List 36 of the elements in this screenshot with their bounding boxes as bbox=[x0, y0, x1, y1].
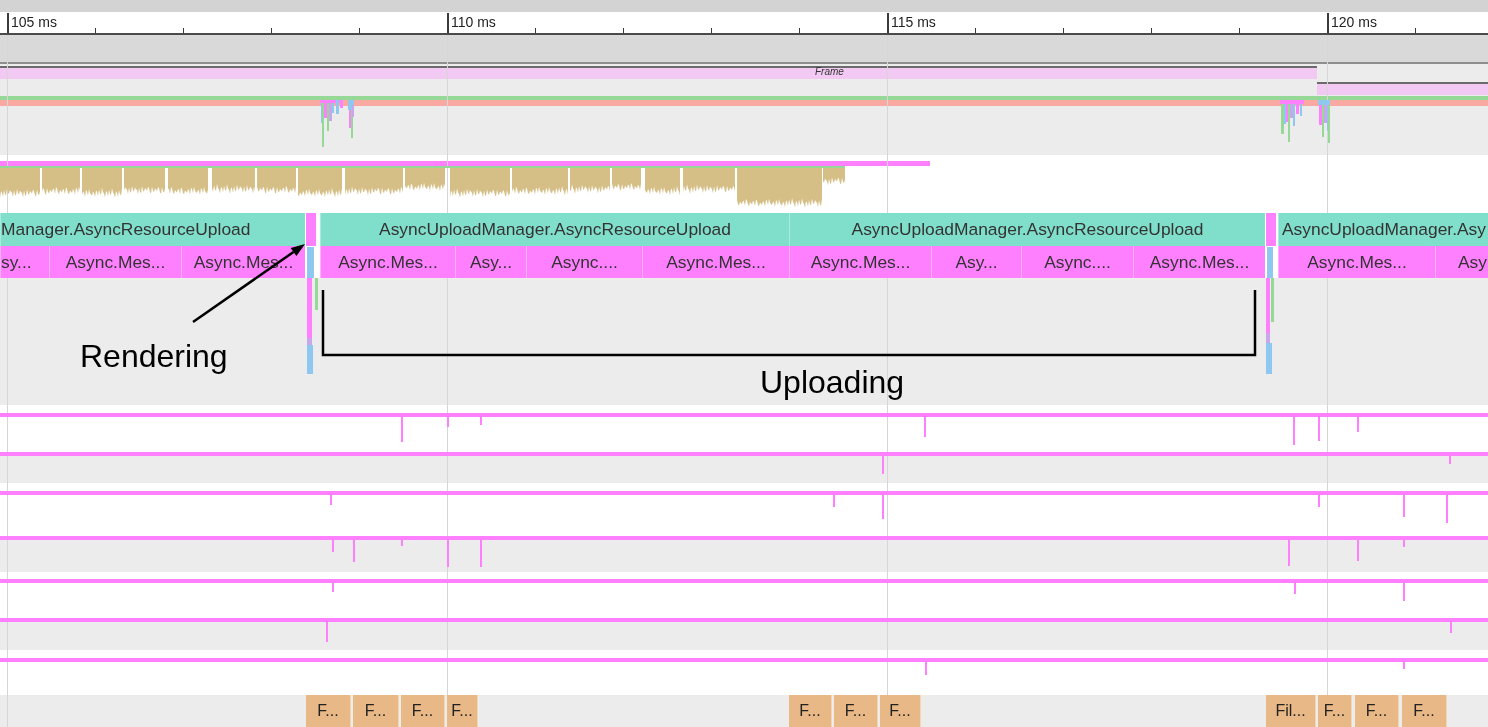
event-slice[interactable]: F... bbox=[1355, 695, 1399, 727]
message-slice[interactable]: Async.Mes... bbox=[789, 246, 931, 278]
upload-slice[interactable]: Manager.AsyncResourceUpload bbox=[0, 213, 305, 246]
message-slice[interactable]: Async.Mes... bbox=[642, 246, 789, 278]
upload-slice[interactable]: AsyncUploadManager.AsyncResourceUpload bbox=[320, 213, 789, 246]
message-slice[interactable]: Async.Mes... bbox=[1278, 246, 1435, 278]
message-slice[interactable]: Async.Mes... bbox=[49, 246, 181, 278]
message-slice[interactable]: Async.Mes... bbox=[1133, 246, 1265, 278]
event-slice[interactable]: F... bbox=[880, 695, 921, 727]
time-label: 115 ms bbox=[891, 15, 936, 29]
event-slice[interactable]: F... bbox=[401, 695, 445, 727]
message-slice[interactable]: Async.... bbox=[526, 246, 642, 278]
message-slice[interactable]: Asy... bbox=[455, 246, 526, 278]
event-slice[interactable]: F... bbox=[306, 695, 351, 727]
event-slice[interactable]: F... bbox=[834, 695, 878, 727]
upload-slice[interactable]: AsyncUploadManager.AsyncResourceUpload bbox=[789, 213, 1265, 246]
message-slice[interactable]: sy... bbox=[0, 246, 49, 278]
upload-slice[interactable]: AsyncUploadManager.Asy bbox=[1278, 213, 1488, 246]
time-label: 120 ms bbox=[1331, 15, 1377, 29]
event-slice[interactable]: Fil... bbox=[1266, 695, 1316, 727]
event-slice[interactable]: F... bbox=[353, 695, 399, 727]
event-slice[interactable]: F... bbox=[789, 695, 832, 727]
annotation-label: Uploading bbox=[760, 366, 905, 398]
call-stack-spikes-drawing bbox=[318, 100, 355, 148]
message-slice[interactable]: Asy... bbox=[931, 246, 1021, 278]
time-label: 110 ms bbox=[451, 15, 496, 29]
message-slice[interactable]: Async.... bbox=[1021, 246, 1133, 278]
event-slice[interactable]: F... bbox=[1402, 695, 1447, 727]
frame-label: Frame bbox=[815, 67, 844, 77]
message-slice[interactable]: Async.Mes... bbox=[320, 246, 455, 278]
time-label: 105 ms bbox=[11, 15, 57, 29]
message-slice[interactable]: Asy bbox=[1435, 246, 1488, 278]
call-stack-spikes-drawing bbox=[1278, 100, 1332, 144]
annotation-label: Rendering bbox=[80, 340, 228, 372]
event-slice[interactable]: F... bbox=[447, 695, 478, 727]
event-slice[interactable]: F... bbox=[1318, 695, 1352, 727]
